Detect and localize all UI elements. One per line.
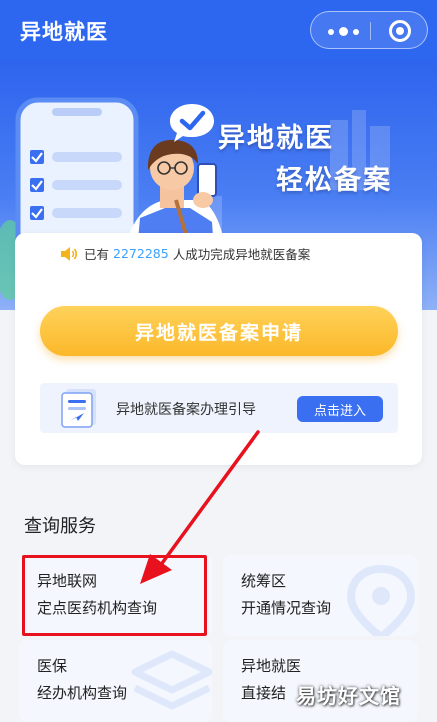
capsule-divider [370, 22, 371, 40]
tile-region-status[interactable]: 统筹区 开通情况查询 [223, 555, 418, 636]
tile-line1: 统筹区 [241, 572, 287, 590]
filing-guide-banner[interactable]: 异地就医备案办理引导 点击进入 [40, 383, 398, 433]
tile-line2: 开通情况查询 [241, 599, 332, 617]
guide-text: 异地就医备案办理引导 [116, 402, 256, 418]
target-icon[interactable] [389, 20, 411, 42]
tile-line2: 直接结 [241, 684, 287, 702]
apply-filing-button[interactable]: 异地就医备案申请 [40, 306, 398, 356]
document-icon [61, 389, 96, 428]
filing-card: 已有 2272285 人成功完成异地就医备案 异地就医备案申请 异地就医备案办理… [15, 233, 422, 465]
top-bar: 异地就医 [0, 0, 437, 60]
watermark: 易坊好文馆 [296, 684, 401, 708]
hero-title-line1: 异地就医 [218, 123, 334, 154]
tile-line2: 经办机构查询 [37, 684, 128, 702]
success-notice: 已有 2272285 人成功完成异地就医备案 [59, 244, 310, 263]
enter-guide-button[interactable]: 点击进入 [297, 396, 383, 422]
tile-line1: 异地就医 [241, 657, 302, 675]
notice-count: 2272285 [113, 246, 169, 261]
tile-line1: 医保 [37, 657, 68, 675]
hero-title-line2: 轻松备案 [276, 165, 392, 196]
notice-suffix: 人成功完成异地就医备案 [172, 247, 311, 262]
notice-prefix: 已有 [84, 247, 110, 262]
mini-program-capsule [310, 11, 428, 49]
menu-dots-icon[interactable] [328, 27, 359, 36]
speaker-icon [61, 246, 78, 261]
tile-agency-query[interactable]: 医保 经办机构查询 [19, 640, 212, 722]
app-title: 异地就医 [20, 20, 108, 44]
annotation-highlight-box [22, 555, 207, 636]
query-section-title: 查询服务 [24, 516, 96, 537]
location-pin-icon [346, 564, 416, 636]
check-bubble-icon [170, 104, 214, 142]
layers-icon [131, 650, 212, 710]
